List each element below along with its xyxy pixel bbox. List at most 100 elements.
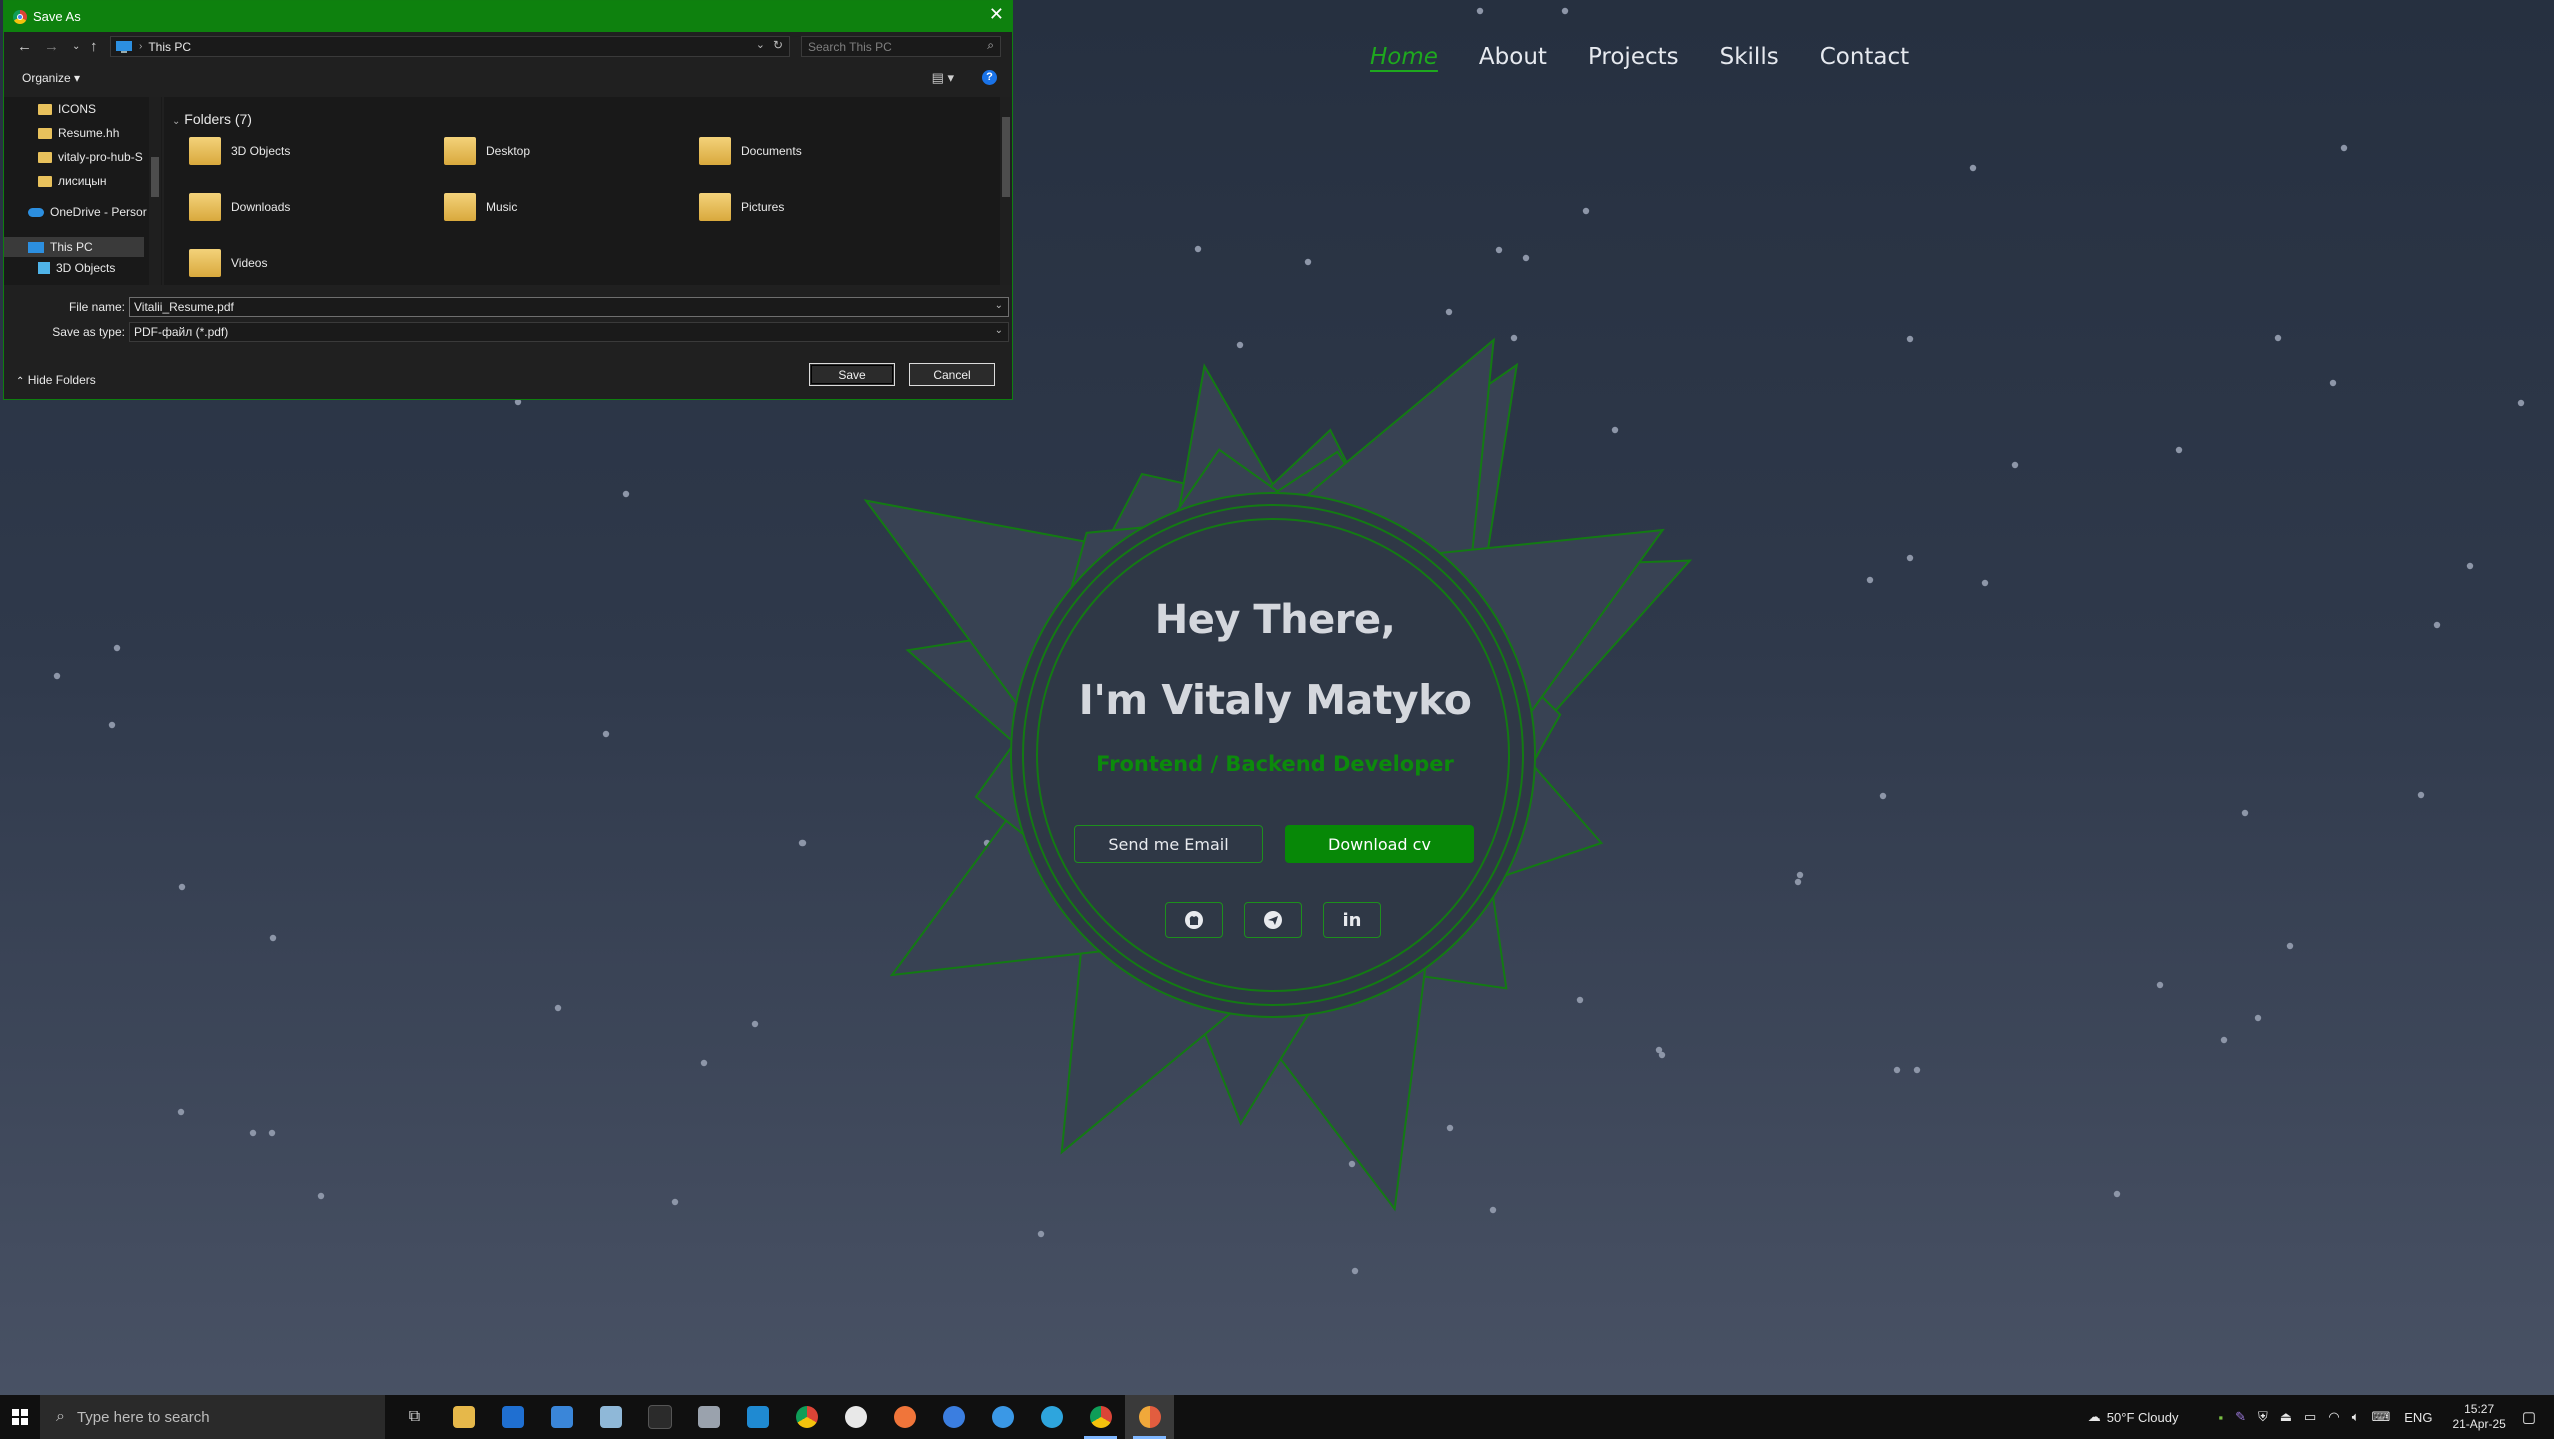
chrome-app[interactable] xyxy=(782,1395,831,1439)
chevron-down-icon[interactable]: ⌄ xyxy=(995,300,1003,311)
outlook-app[interactable] xyxy=(488,1395,537,1439)
vscode-app[interactable] xyxy=(733,1395,782,1439)
nav-pane-label: Resume.hh xyxy=(58,126,120,140)
app-blue-bird[interactable] xyxy=(978,1395,1027,1439)
file-list-scrollbar[interactable] xyxy=(1000,97,1012,285)
language-indicator[interactable]: ENG xyxy=(2404,1410,2432,1425)
notepad-app[interactable] xyxy=(586,1395,635,1439)
cancel-button[interactable]: Cancel xyxy=(909,363,995,386)
folder-icon xyxy=(38,103,52,115)
telegram-app[interactable] xyxy=(1027,1395,1076,1439)
nav-pane-item[interactable]: 3D Objects xyxy=(38,261,115,275)
nav-pane-item[interactable]: vitaly-pro-hub-S xyxy=(38,150,143,164)
nav-pane-item[interactable]: лисицын xyxy=(38,174,107,188)
app-blue-c[interactable] xyxy=(929,1395,978,1439)
up-arrow-icon[interactable]: ↑ xyxy=(90,38,98,55)
nav-pane-item[interactable]: Resume.hh xyxy=(38,126,119,140)
nav-pane-item[interactable]: ICONS xyxy=(38,102,96,116)
chevron-down-icon[interactable]: ⌄ xyxy=(995,325,1003,336)
recent-locations-icon[interactable]: ⌄ xyxy=(72,41,80,52)
star xyxy=(1495,246,1503,254)
save-button[interactable]: Save xyxy=(809,363,895,386)
help-icon[interactable]: ? xyxy=(982,70,997,85)
close-icon[interactable]: ✕ xyxy=(989,4,1004,25)
battery-icon[interactable]: ▭ xyxy=(2304,1409,2316,1425)
folder-item[interactable]: Pictures xyxy=(699,193,784,221)
folder-icon xyxy=(38,151,52,163)
star xyxy=(671,1198,679,1206)
folder-item[interactable]: 3D Objects xyxy=(189,137,290,165)
address-bar[interactable]: › This PC ⌄ ↻ xyxy=(110,36,790,57)
notifications-icon[interactable]: ▢ xyxy=(2522,1408,2536,1426)
back-arrow-icon[interactable]: ← xyxy=(17,38,32,55)
star xyxy=(2156,981,2164,989)
nav-skills[interactable]: Skills xyxy=(1720,44,1779,70)
forward-arrow-icon[interactable]: → xyxy=(44,38,59,55)
folder-item[interactable]: Videos xyxy=(189,249,267,277)
task-view-button[interactable]: ⧉ xyxy=(390,1395,439,1439)
file-explorer-app[interactable] xyxy=(439,1395,488,1439)
pen-icon[interactable]: ✎ xyxy=(2235,1409,2246,1425)
taskbar: ⌕ Type here to search ⧉ ☁ 50°F Cloudy ▪ … xyxy=(0,1395,2554,1439)
save-type-value: PDF-файл (*.pdf) xyxy=(134,325,229,339)
linkedin-link[interactable]: in xyxy=(1323,902,1381,938)
folders-group-header[interactable]: ⌄ Folders (7) xyxy=(172,111,252,127)
nav-projects[interactable]: Projects xyxy=(1588,44,1679,70)
star xyxy=(1893,1066,1901,1074)
chrome-icon xyxy=(13,9,27,24)
chrome-app-running[interactable] xyxy=(1076,1395,1125,1439)
file-name-field[interactable]: Vitalii_Resume.pdf ⌄ xyxy=(129,297,1009,317)
send-email-button[interactable]: Send me Email xyxy=(1074,825,1263,863)
star xyxy=(2433,621,2441,629)
app-green[interactable] xyxy=(831,1395,880,1439)
nav-pane-scrollbar[interactable] xyxy=(149,97,161,285)
chrome-canary-app[interactable] xyxy=(1125,1395,1174,1439)
address-dropdown-icon[interactable]: ⌄ xyxy=(756,38,765,51)
folder-item[interactable]: Desktop xyxy=(444,137,530,165)
save-type-select[interactable]: PDF-файл (*.pdf) ⌄ xyxy=(129,322,1009,342)
hide-folders-toggle[interactable]: ⌃ Hide Folders xyxy=(16,373,96,387)
start-button[interactable] xyxy=(0,1395,40,1439)
search-input[interactable]: Search This PC ⌕ xyxy=(801,36,1001,57)
wifi-icon[interactable]: ◠ xyxy=(2328,1409,2339,1425)
star xyxy=(1796,871,1804,879)
system-tray: ☁ 50°F Cloudy ▪ ✎ ⛨ ⏏ ▭ ◠ 🔈︎ ⌨ ENG 15:27… xyxy=(2088,1395,2554,1439)
folder-item[interactable]: Music xyxy=(444,193,517,221)
store-app[interactable] xyxy=(537,1395,586,1439)
star xyxy=(177,1108,185,1116)
hero-buttons: Send me Email Download cv xyxy=(1074,825,1474,863)
weather-text[interactable]: 50°F Cloudy xyxy=(2107,1410,2179,1425)
nav-pane-item[interactable]: OneDrive - Persor xyxy=(28,205,147,219)
usb-icon[interactable]: ⏏ xyxy=(2280,1409,2292,1425)
nav-pane-item-selected[interactable]: This PC xyxy=(4,237,144,257)
pc-icon xyxy=(116,40,132,53)
github-link[interactable] xyxy=(1165,902,1223,938)
folder-item[interactable]: Documents xyxy=(699,137,802,165)
clock[interactable]: 15:27 21-Apr-25 xyxy=(2452,1402,2505,1432)
telegram-link[interactable] xyxy=(1244,902,1302,938)
terminal-app[interactable] xyxy=(635,1395,684,1439)
organize-menu[interactable]: Organize ▾ xyxy=(22,71,80,85)
dialog-titlebar[interactable]: Save As ✕ xyxy=(4,1,1012,32)
nav-contact[interactable]: Contact xyxy=(1820,44,1909,70)
star xyxy=(1351,1267,1359,1275)
refresh-icon[interactable]: ↻ xyxy=(773,38,783,52)
nvidia-icon[interactable]: ▪ xyxy=(2218,1410,2223,1425)
shield-icon[interactable]: ⛨ xyxy=(2258,1409,2268,1425)
view-options-icon[interactable]: ▤ ▾ xyxy=(932,70,954,86)
star xyxy=(2113,1190,2121,1198)
download-cv-button[interactable]: Download cv xyxy=(1285,825,1474,863)
folder-videos-icon xyxy=(189,249,221,277)
star xyxy=(108,721,116,729)
folder-item[interactable]: Downloads xyxy=(189,193,290,221)
printer-app[interactable] xyxy=(684,1395,733,1439)
folder-downloads-icon xyxy=(189,193,221,221)
star xyxy=(2329,379,2337,387)
nav-home[interactable]: Home xyxy=(1370,44,1438,70)
volume-icon[interactable]: 🔈︎ xyxy=(2352,1409,2360,1425)
keyboard-icon[interactable]: ⌨ xyxy=(2372,1409,2391,1425)
app-orange[interactable] xyxy=(880,1395,929,1439)
taskbar-search[interactable]: ⌕ Type here to search xyxy=(40,1395,385,1439)
star xyxy=(269,934,277,942)
nav-about[interactable]: About xyxy=(1479,44,1547,70)
